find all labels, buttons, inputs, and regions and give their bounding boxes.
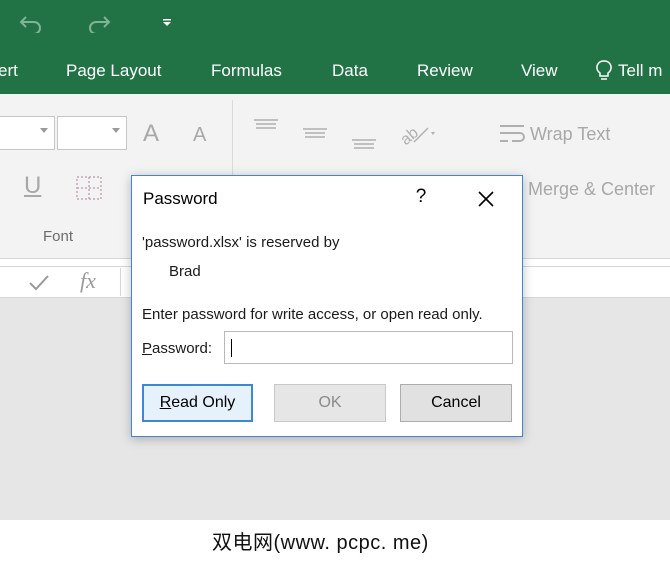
watermark-text: 双电网(www. pcpc. me) (212, 532, 429, 554)
reserved-by-name: Brad (169, 263, 201, 280)
password-input[interactable] (224, 331, 513, 364)
font-group-label: Font (43, 228, 74, 245)
tab-insert[interactable]: ert (0, 48, 18, 94)
wrap-text-icon[interactable] (498, 122, 528, 146)
merge-center-button[interactable]: Merge & Center (528, 179, 655, 200)
borders-icon[interactable] (76, 176, 102, 200)
password-dialog: Password ? 'password.xlsx' is reserved b… (131, 175, 523, 437)
cancel-button[interactable]: Cancel (400, 384, 512, 422)
redo-icon (89, 16, 111, 33)
insert-function-button[interactable]: fx (80, 268, 96, 294)
top-align-icon[interactable] (252, 118, 280, 134)
tab-review[interactable]: Review (417, 48, 473, 94)
font-size-combo[interactable] (57, 116, 127, 150)
decrease-font-size-button[interactable]: A (193, 124, 206, 147)
ok-button[interactable]: OK (274, 384, 386, 422)
chevron-down-icon (40, 128, 48, 133)
orientation-icon[interactable]: ab (398, 120, 438, 148)
read-only-label: ead Only (171, 394, 236, 411)
close-button[interactable] (473, 186, 499, 212)
text-caret (231, 339, 232, 357)
reserved-message: 'password.xlsx' is reserved by (142, 234, 340, 251)
password-label: Password: (142, 340, 212, 357)
redo-button[interactable] (82, 8, 116, 38)
instruction-text: Enter password for write access, or open… (142, 306, 483, 323)
customize-qat-icon (163, 19, 171, 26)
read-only-mnemonic: R (159, 394, 172, 411)
tab-page-layout[interactable]: Page Layout (66, 48, 161, 94)
customize-qat-button[interactable] (150, 8, 184, 38)
chevron-down-icon (112, 128, 120, 133)
increase-font-size-button[interactable]: A (143, 120, 159, 148)
close-icon (478, 191, 494, 207)
undo-icon (19, 16, 41, 33)
enter-check-icon[interactable] (28, 274, 50, 292)
tell-me-search[interactable]: Tell m (596, 48, 662, 94)
bottom-align-icon[interactable] (350, 132, 378, 150)
wrap-text-button[interactable]: Wrap Text (530, 124, 610, 145)
lightbulb-icon (596, 60, 612, 80)
font-name-combo[interactable] (0, 116, 55, 150)
tab-view[interactable]: View (521, 48, 558, 94)
password-label-mnemonic: P (142, 340, 153, 357)
tab-formulas[interactable]: Formulas (211, 48, 282, 94)
formula-bar-divider (120, 268, 121, 296)
tell-me-label: Tell m (618, 61, 663, 80)
middle-align-icon[interactable] (301, 124, 329, 142)
underline-button[interactable]: U (24, 172, 41, 200)
undo-button[interactable] (14, 8, 48, 38)
help-button[interactable]: ? (410, 186, 432, 210)
tab-data[interactable]: Data (332, 48, 368, 94)
svg-text:ab: ab (398, 124, 422, 148)
password-label-text: assword: (152, 340, 213, 357)
dialog-title: Password (143, 189, 218, 208)
read-only-button[interactable]: Read Only (142, 384, 253, 422)
